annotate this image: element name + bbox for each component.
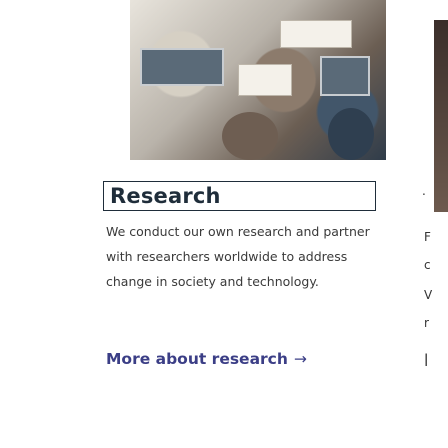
person-shape [328, 108, 374, 160]
tablet-shape [320, 56, 370, 96]
previous-card [0, 0, 20, 448]
paper-shape [238, 64, 292, 96]
link-label: More about research [106, 350, 288, 368]
next-card-text-fragment: . [422, 184, 426, 198]
next-card-text-fragment: r [424, 316, 429, 330]
next-card-text-fragment: | [424, 352, 429, 366]
arrow-right-icon: → [293, 350, 307, 368]
card-heading: Research [110, 184, 221, 208]
research-card: Research We conduct our own research and… [28, 0, 388, 448]
next-card: F c V r | . [418, 0, 448, 448]
research-photo [130, 0, 386, 160]
monitor-shape [140, 48, 224, 86]
paper-shape [280, 20, 352, 48]
next-card-text-fragment: c [424, 258, 431, 272]
more-about-research-link[interactable]: More about research → [106, 350, 307, 368]
next-card-text-fragment: V [424, 288, 433, 302]
card-description: We conduct our own research and partner … [106, 224, 370, 289]
next-card-photo [434, 20, 448, 212]
next-card-text-fragment: F [424, 230, 431, 244]
person-shape [222, 112, 278, 160]
heading-focus-box[interactable]: Research [103, 181, 376, 211]
